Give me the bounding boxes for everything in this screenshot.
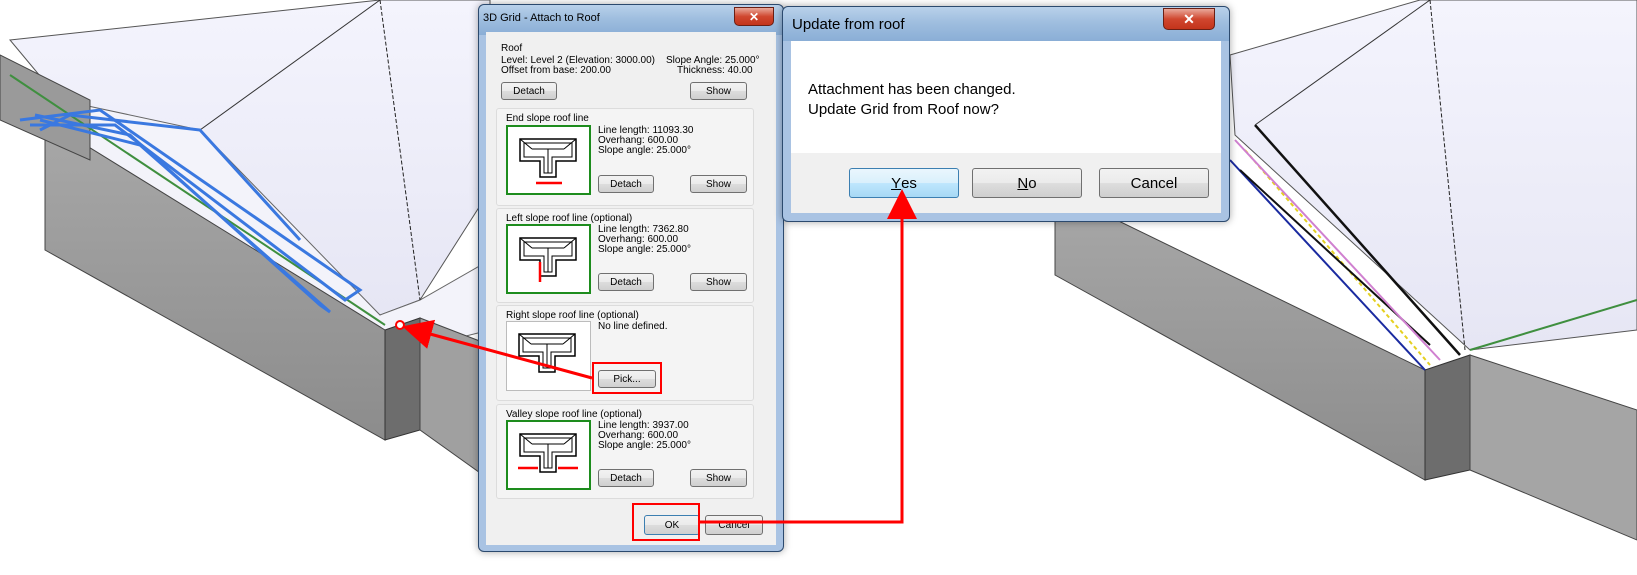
valley-slope-heading: Valley slope roof line (optional) [506,409,643,420]
roof-heading: Roof [501,43,523,54]
left-model-view [0,0,491,481]
yes-mnemonic: Y [891,174,902,192]
update-message-line2: Update Grid from Roof now? [808,101,999,118]
ok-button-highlight [632,503,700,541]
right-roof-surface [1229,0,1637,351]
end-slope-detach-button[interactable]: Detach [598,175,654,193]
update-dialog-close-button[interactable]: ✕ [1163,8,1215,30]
update-dialog-title: Update from roof [792,16,905,33]
yes-label: es [901,174,917,192]
roof-detach-button[interactable]: Detach [501,82,557,100]
attach-dialog-body: Roof Level: Level 2 (Elevation: 3000.00)… [486,32,776,545]
close-icon: ✕ [1183,11,1195,27]
update-cancel-button[interactable]: Cancel [1099,168,1209,198]
roof-thickness-text: Thickness: 40.00 [677,65,753,76]
roof-plan-icon [519,237,577,282]
end-slope-heading: End slope roof line [506,113,589,124]
pick-button-highlight [592,362,662,394]
attach-to-roof-dialog: 3D Grid - Attach to Roof ✕ Roof Level: L… [478,4,784,552]
valley-slope-show-button[interactable]: Show [690,469,747,487]
attach-dialog-title: 3D Grid - Attach to Roof [483,12,600,24]
end-slope-show-button[interactable]: Show [690,175,747,193]
right-wall-corner [1424,354,1471,481]
end-slope-slope-angle: Slope angle: 25.000° [598,145,691,156]
valley-slope-detach-button[interactable]: Detach [598,469,654,487]
roof-plan-icon [519,138,577,185]
left-slope-heading: Left slope roof line (optional) [506,213,633,224]
valley-slope-group: Valley slope roof line (optional) Line l… [496,404,754,499]
left-pick-point-marker [395,320,405,330]
end-slope-group: End slope roof line Line length: 11093.3… [496,108,754,206]
valley-slope-slope-angle: Slope angle: 25.000° [598,440,691,451]
left-slope-slope-angle: Slope angle: 25.000° [598,244,691,255]
attach-cancel-button[interactable]: Cancel [705,515,763,535]
roof-plan-icon [518,333,576,373]
left-slope-detach-button[interactable]: Detach [598,273,654,291]
valley-slope-thumbnail [506,420,591,490]
right-slope-thumbnail [506,321,591,391]
update-yes-button[interactable]: Yes [849,168,959,198]
end-slope-thumbnail [506,125,591,195]
left-slope-show-button[interactable]: Show [690,273,747,291]
left-wall-corner [384,317,421,441]
update-message-line1: Attachment has been changed. [808,81,1016,98]
left-slope-thumbnail [506,224,591,294]
update-from-roof-dialog: Update from roof ✕ Attachment has been c… [782,6,1230,222]
right-wall-side [1469,354,1637,541]
roof-plan-icon [518,433,578,473]
update-no-button[interactable]: No [972,168,1082,198]
update-dialog-message-area: Attachment has been changed. Update Grid… [791,41,1221,153]
left-slope-group: Left slope roof line (optional) Line len… [496,208,754,303]
close-icon: ✕ [748,10,760,24]
attach-dialog-close-button[interactable]: ✕ [734,7,774,26]
roof-offset-text: Offset from base: 200.00 [501,65,611,76]
no-label: o [1028,174,1037,192]
roof-show-button[interactable]: Show [690,82,747,100]
no-mnemonic: N [1017,174,1029,192]
right-slope-heading: Right slope roof line (optional) [506,310,639,321]
right-slope-status: No line defined. [598,321,668,332]
